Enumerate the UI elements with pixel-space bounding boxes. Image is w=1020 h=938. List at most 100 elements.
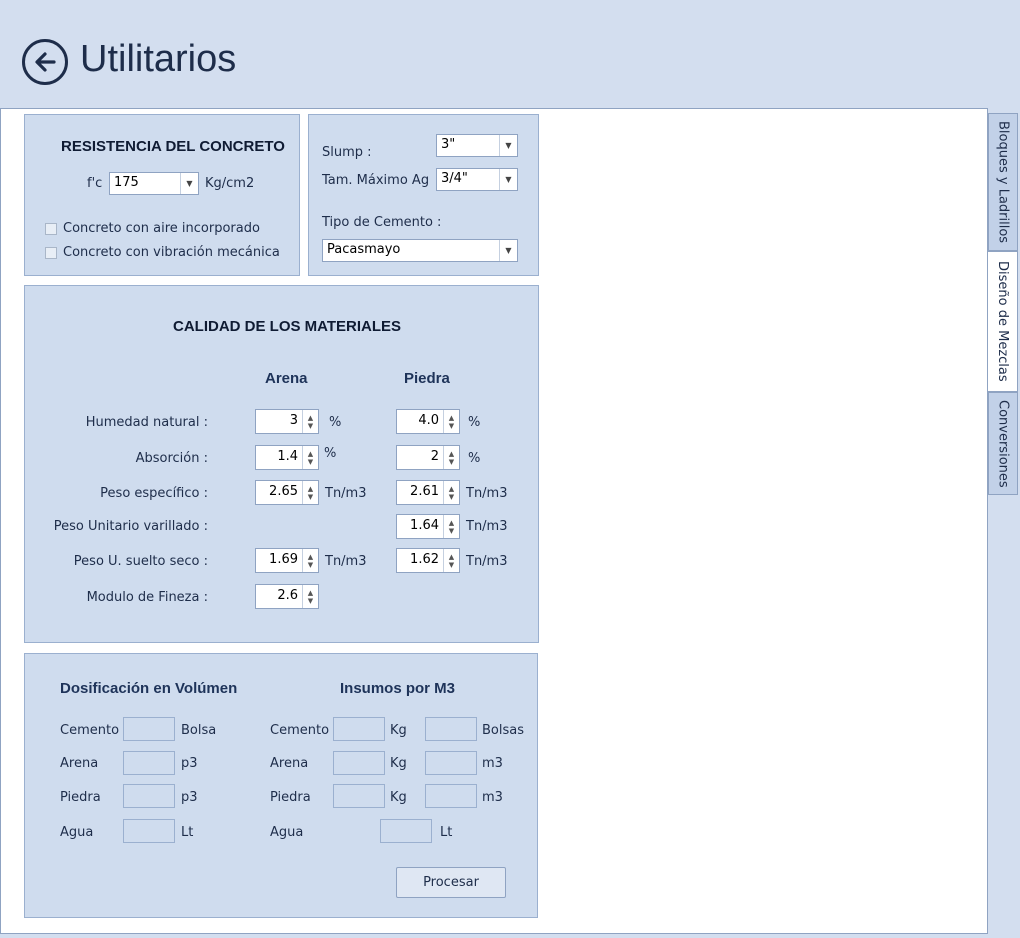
spinner-arrows-icon: ▲ ▼ — [302, 481, 318, 504]
checkbox-icon — [45, 222, 57, 235]
tam-label: Tam. Máximo Ag — [322, 173, 430, 188]
unit-label: % — [329, 415, 342, 430]
spinner-arrows-icon: ▲ ▼ — [302, 585, 318, 608]
absorcion-label: Absorción : — [135, 451, 208, 466]
chevron-down-icon: ▼ — [499, 169, 517, 190]
humedad-piedra-spinner[interactable]: 4.0 ▲ ▼ — [396, 409, 460, 434]
dos-cemento-label: Cemento — [60, 723, 120, 738]
unit-label: % — [324, 446, 337, 461]
spinner-arrows-icon: ▲ ▼ — [443, 481, 459, 504]
unit-label: Tn/m3 — [325, 486, 367, 501]
unit-label: Kg — [390, 756, 407, 771]
chevron-down-icon: ▼ — [180, 173, 198, 194]
spinner-arrows-icon: ▲ ▼ — [443, 515, 459, 538]
spinner-arrows-icon: ▲ ▼ — [302, 410, 318, 433]
ins-agua-label: Agua — [270, 825, 304, 840]
fc-unit: Kg/cm2 — [205, 176, 255, 191]
chevron-down-icon: ▼ — [499, 240, 517, 261]
spinner-arrows-icon: ▲ ▼ — [443, 446, 459, 469]
ins-cemento-label: Cemento — [270, 723, 330, 738]
col-arena: Arena — [265, 370, 308, 387]
unit-label: p3 — [181, 790, 198, 805]
tab-diseno-mezclas[interactable]: Diseño de Mezclas — [988, 251, 1018, 392]
unit-label: Lt — [181, 825, 194, 840]
fc-label: f'c — [87, 176, 103, 191]
insumos-title: Insumos por M3 — [340, 680, 456, 697]
tab-conversiones[interactable]: Conversiones — [988, 392, 1018, 495]
unit-label: Tn/m3 — [466, 486, 508, 501]
dos-arena-label: Arena — [60, 756, 99, 771]
ins-arena-label: Arena — [270, 756, 309, 771]
tam-combo[interactable]: 3/4" ▼ — [436, 168, 518, 191]
peso-sue-arena-spinner[interactable]: 1.69 ▲ ▼ — [255, 548, 319, 573]
unit-label: p3 — [181, 756, 198, 771]
peso-sue-piedra-spinner[interactable]: 1.62 ▲ ▼ — [396, 548, 460, 573]
col-piedra: Piedra — [404, 370, 450, 387]
unit-label: Kg — [390, 790, 407, 805]
materiales-panel: CALIDAD DE LOS MATERIALES Arena Piedra H… — [24, 285, 539, 643]
modulo-label: Modulo de Fineza : — [86, 590, 208, 605]
absorcion-arena-spinner[interactable]: 1.4 ▲ ▼ — [255, 445, 319, 470]
cemento-label: Tipo de Cemento : — [322, 215, 442, 230]
spinner-arrows-icon: ▲ ▼ — [443, 410, 459, 433]
unit-label: Tn/m3 — [466, 554, 508, 569]
check-vibracion[interactable]: Concreto con vibración mecánica — [45, 245, 280, 260]
resistencia-title: RESISTENCIA DEL CONCRETO — [61, 138, 285, 155]
header: Utilitarios — [0, 0, 1020, 108]
dos-agua-output — [123, 819, 175, 843]
humedad-label: Humedad natural : — [85, 415, 208, 430]
spinner-arrows-icon: ▲ ▼ — [302, 549, 318, 572]
peso-var-piedra-spinner[interactable]: 1.64 ▲ ▼ — [396, 514, 460, 539]
peso-esp-arena-spinner[interactable]: 2.65 ▲ ▼ — [255, 480, 319, 505]
checkbox-icon — [45, 246, 57, 259]
unit-label: % — [468, 415, 481, 430]
ins-arena-m3-output — [425, 751, 477, 775]
page-title: Utilitarios — [80, 38, 237, 80]
materiales-title: CALIDAD DE LOS MATERIALES — [173, 318, 402, 335]
resistencia-panel: RESISTENCIA DEL CONCRETO f'c 175 ▼ Kg/cm… — [24, 114, 300, 276]
peso-var-label: Peso Unitario varillado : — [53, 519, 208, 534]
ins-cemento-bolsas-output — [425, 717, 477, 741]
fc-combo[interactable]: 175 ▼ — [109, 172, 199, 195]
peso-esp-piedra-spinner[interactable]: 2.61 ▲ ▼ — [396, 480, 460, 505]
cemento-combo[interactable]: Pacasmayo ▼ — [322, 239, 518, 262]
dos-piedra-output — [123, 784, 175, 808]
resultados-panel: Dosificación en Volúmen Insumos por M3 C… — [24, 653, 538, 918]
dos-arena-output — [123, 751, 175, 775]
dos-cemento-output — [123, 717, 175, 741]
unit-label: Tn/m3 — [466, 519, 508, 534]
unit-label: Lt — [440, 825, 453, 840]
unit-label: Tn/m3 — [325, 554, 367, 569]
back-button[interactable] — [22, 39, 68, 85]
ins-piedra-label: Piedra — [270, 790, 311, 805]
unit-label: m3 — [482, 790, 503, 805]
dos-agua-label: Agua — [60, 825, 94, 840]
unit-label: Bolsa — [181, 723, 217, 738]
peso-esp-label: Peso específico : — [100, 486, 208, 501]
unit-label: % — [468, 451, 481, 466]
back-arrow-icon — [35, 52, 56, 72]
unit-label: Bolsas — [482, 723, 524, 738]
ins-agua-output — [380, 819, 432, 843]
absorcion-piedra-spinner[interactable]: 2 ▲ ▼ — [396, 445, 460, 470]
peso-sue-label: Peso U. suelto seco : — [73, 554, 208, 569]
modulo-arena-spinner[interactable]: 2.6 ▲ ▼ — [255, 584, 319, 609]
procesar-button[interactable]: Procesar — [396, 867, 506, 898]
slump-label: Slump : — [322, 145, 372, 160]
slump-combo[interactable]: 3" ▼ — [436, 134, 518, 157]
unit-label: Kg — [390, 723, 407, 738]
dos-piedra-label: Piedra — [60, 790, 101, 805]
ins-cemento-kg-output — [333, 717, 385, 741]
ins-piedra-m3-output — [425, 784, 477, 808]
spinner-arrows-icon: ▲ ▼ — [302, 446, 318, 469]
ins-piedra-kg-output — [333, 784, 385, 808]
unit-label: m3 — [482, 756, 503, 771]
chevron-down-icon: ▼ — [499, 135, 517, 156]
dosificacion-title: Dosificación en Volúmen — [60, 680, 238, 697]
ins-arena-kg-output — [333, 751, 385, 775]
params-panel: Slump : 3" ▼ Tam. Máximo Ag 3/4" ▼ Tipo … — [308, 114, 539, 276]
check-aire[interactable]: Concreto con aire incorporado — [45, 221, 260, 236]
tab-bloques-ladrillos[interactable]: Bloques y Ladrillos — [988, 113, 1018, 251]
spinner-arrows-icon: ▲ ▼ — [443, 549, 459, 572]
humedad-arena-spinner[interactable]: 3 ▲ ▼ — [255, 409, 319, 434]
